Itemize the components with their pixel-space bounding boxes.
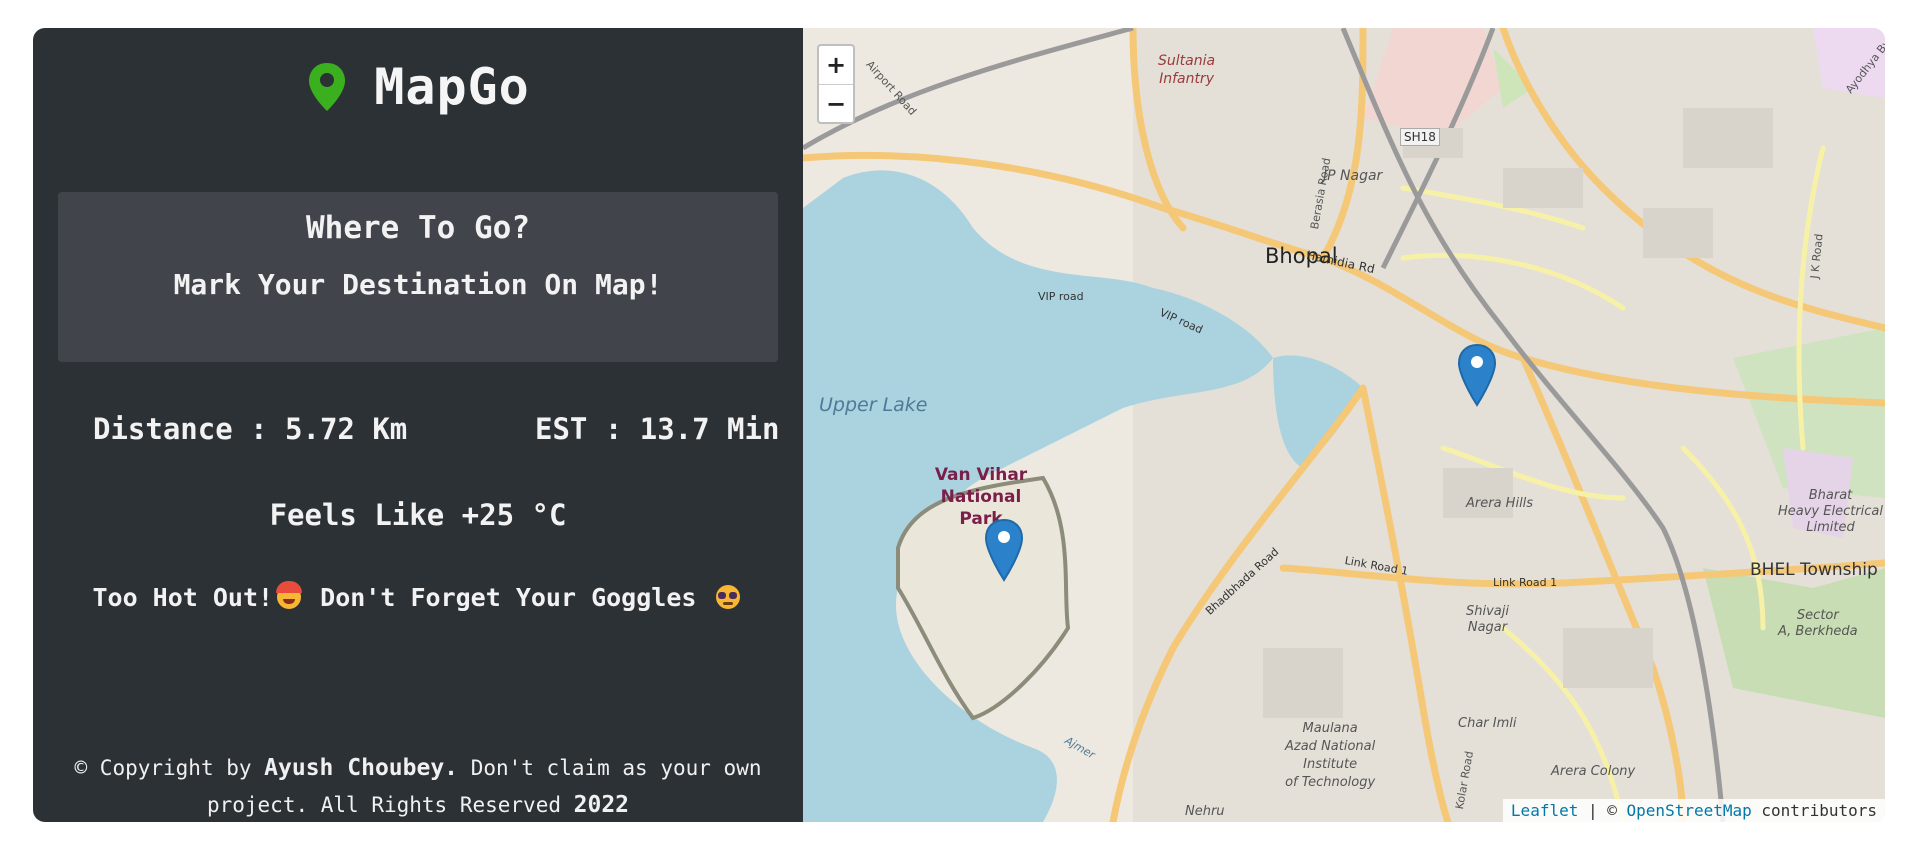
distance-readout: Distance : 5.72 Km xyxy=(93,412,408,446)
prompt-title: Where To Go? xyxy=(306,210,530,246)
map-attribution: Leaflet | © OpenStreetMap contributors xyxy=(1502,799,1885,822)
zoom-control: + − xyxy=(817,44,855,124)
maulana-line1: Maulana xyxy=(1302,721,1358,736)
leaflet-link[interactable]: Leaflet xyxy=(1511,801,1578,820)
map-view[interactable]: Bhopal Upper Lake Van Vihar National Par… xyxy=(803,28,1885,822)
feels-like-temp: Feels Like +25 °C xyxy=(269,498,567,532)
sunglasses-face-icon xyxy=(715,585,740,609)
prompt-subtitle: Mark Your Destination On Map! xyxy=(173,268,663,301)
park-label-line1: Van Vihar xyxy=(934,465,1028,485)
map-tiles xyxy=(803,28,1885,822)
map-label-lake: Upper Lake xyxy=(819,394,928,416)
bharat-line2: Heavy Electrical xyxy=(1778,504,1884,519)
map-label-vip1: VIP road xyxy=(1038,290,1084,303)
map-label-arera-colony: Arera Colony xyxy=(1551,764,1636,779)
map-label-char-imli: Char Imli xyxy=(1458,716,1517,731)
app-title: MapGo xyxy=(374,58,530,116)
map-label-maulana: Maulana Azad National Institute of Techn… xyxy=(1285,720,1375,792)
map-label-sultania: Sultania Infantry xyxy=(1158,52,1215,88)
destination-marker[interactable] xyxy=(1457,343,1497,407)
maulana-line2: Azad National xyxy=(1285,739,1376,754)
map-label-link1b: Link Road 1 xyxy=(1493,576,1558,589)
sultania-line2: Infantry xyxy=(1159,71,1214,87)
attribution-suffix: contributors xyxy=(1751,801,1877,820)
advice-text-2: Don't Forget Your Goggles xyxy=(320,583,697,612)
map-label-bhel: BHEL Township xyxy=(1750,560,1878,580)
shivaji-line1: Shivaji xyxy=(1466,604,1509,619)
map-label-sh18: SH18 xyxy=(1400,128,1440,146)
hot-face-icon xyxy=(276,581,303,609)
map-label-nehru: Nehru xyxy=(1185,804,1225,819)
map-label-sector: Sector A, Berkheda xyxy=(1778,608,1858,640)
zoom-out-button[interactable]: − xyxy=(819,85,853,123)
origin-marker[interactable] xyxy=(984,518,1024,582)
zoom-in-button[interactable]: + xyxy=(819,46,853,85)
destination-prompt: Where To Go? Mark Your Destination On Ma… xyxy=(58,192,778,362)
park-label-line2: National xyxy=(940,487,1022,507)
info-sidebar: MapGo Where To Go? Mark Your Destination… xyxy=(33,28,803,822)
map-pin-icon xyxy=(309,63,346,111)
footer-year: 2022 xyxy=(573,792,630,818)
weather-advice: Too Hot Out! Don't Forget Your Goggles xyxy=(33,581,803,612)
attribution-sep: | © xyxy=(1578,801,1627,820)
advice-text-1: Too Hot Out! xyxy=(92,583,274,612)
maulana-line3: Institute xyxy=(1303,757,1358,772)
osm-link[interactable]: OpenStreetMap xyxy=(1627,801,1752,820)
shivaji-line2: Nagar xyxy=(1467,620,1508,635)
sector-line2: A, Berkheda xyxy=(1778,624,1858,639)
map-label-bharat: Bharat Heavy Electrical Limited xyxy=(1778,488,1883,536)
bharat-line1: Bharat xyxy=(1808,488,1853,503)
sultania-line1: Sultania xyxy=(1158,53,1216,69)
eta-readout: EST : 13.7 Min xyxy=(535,412,780,446)
maulana-line4: of Technology xyxy=(1285,775,1376,790)
map-label-jp-nagar: JP Nagar xyxy=(1323,168,1383,184)
map-label-arera-hills: Arera Hills xyxy=(1466,496,1534,511)
sector-line1: Sector xyxy=(1796,608,1839,623)
app-container: MapGo Where To Go? Mark Your Destination… xyxy=(33,28,1885,822)
copyright-footer: © Copyright by Ayush Choubey. Don't clai… xyxy=(73,750,763,824)
bharat-line3: Limited xyxy=(1806,520,1855,535)
map-label-shivaji: Shivaji Nagar xyxy=(1466,604,1509,636)
footer-author: Ayush Choubey. xyxy=(264,755,459,781)
footer-prefix: © Copyright by xyxy=(74,756,265,780)
brand-header: MapGo xyxy=(33,58,803,116)
